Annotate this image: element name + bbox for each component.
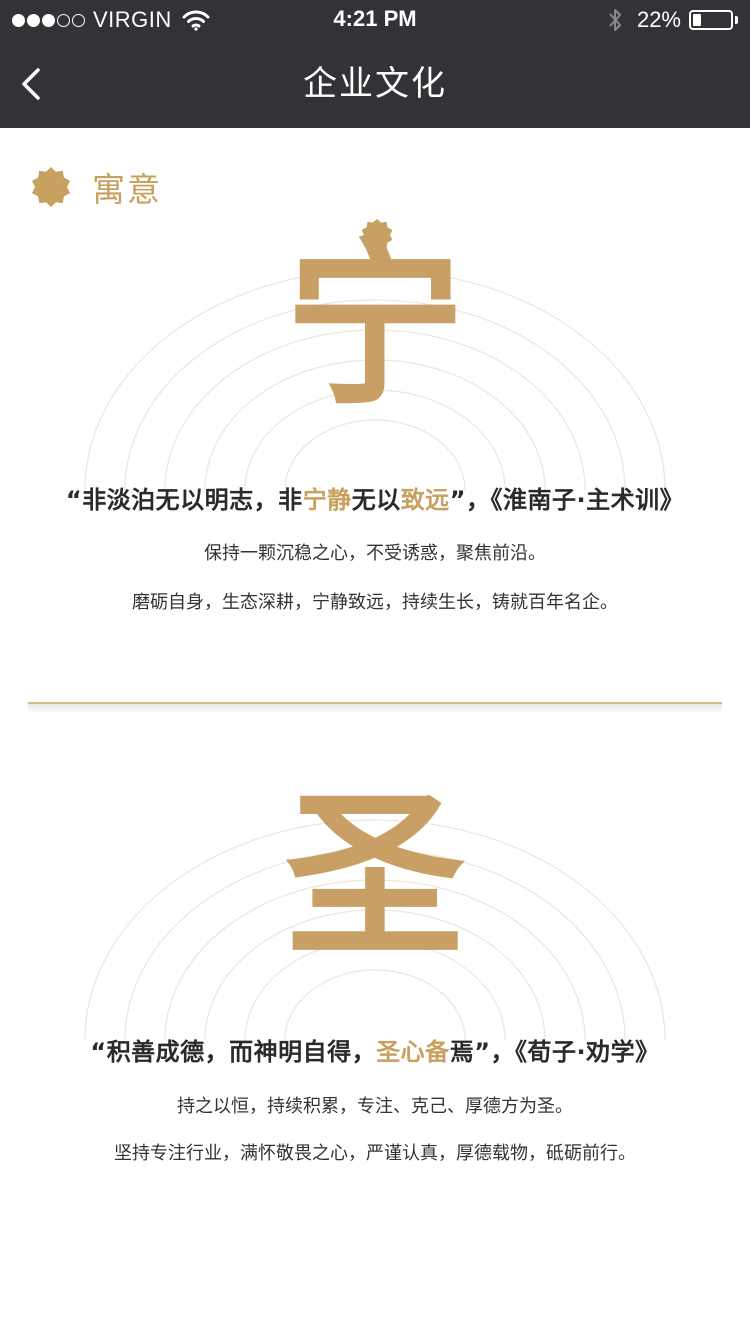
- section-divider: [28, 702, 722, 704]
- quote-part: 积善成德，而神明自得，: [106, 1038, 377, 1066]
- quote-highlight: 致远: [400, 486, 450, 514]
- description-line: 坚持专注行业，满怀敬畏之心，严谨认真，厚德载物，砥砺前行。: [114, 1143, 636, 1164]
- quote-part: 无以: [351, 486, 401, 514]
- quote-source: ，《荀子·劝学》: [490, 1038, 660, 1066]
- description-line: 保持一颗沉稳之心，不受诱惑，聚焦前沿。: [204, 543, 546, 564]
- quote-text: “非淡泊无以明志，非宁静无以致远”，《淮南子·主术训》: [0, 480, 750, 515]
- quote-part: 非淡泊无以明志，非: [82, 486, 303, 514]
- description-line: 磨砺自身，生态深耕，宁静致远，持续生长，铸就百年名企。: [132, 592, 618, 613]
- status-right: 22%: [607, 6, 738, 34]
- battery-percent: 22%: [636, 7, 681, 32]
- description-line: 持之以恒，持续积累，专注、克己、厚德方为圣。: [177, 1096, 573, 1117]
- battery-icon: [689, 10, 733, 30]
- section-header: 寓意: [30, 162, 162, 212]
- quote-open: “: [90, 1038, 107, 1066]
- quote-close: ”: [449, 486, 466, 514]
- battery-tip: [735, 16, 738, 24]
- nav-bar: 企业文化: [0, 40, 750, 128]
- quote-part: 焉: [449, 1038, 475, 1066]
- quote-source: ，《淮南子·主术训》: [465, 486, 685, 514]
- quote-highlight: 圣心备: [376, 1038, 450, 1066]
- quote-open: “: [65, 486, 83, 514]
- quote-highlight: 宁静: [302, 486, 352, 514]
- bluetooth-icon: [609, 9, 621, 31]
- battery-fill: [693, 14, 701, 26]
- badge-star-icon: [31, 167, 71, 207]
- quote-close: ”: [474, 1038, 491, 1066]
- emblem-character: 圣: [284, 773, 465, 982]
- page-title: 企业文化: [303, 64, 447, 104]
- divider-shadow: [28, 704, 722, 714]
- emblem-character: 宁: [284, 221, 465, 430]
- status-bar: VIRGIN 4:21 PM 22%: [0, 0, 750, 40]
- quote-text: “积善成德，而神明自得，圣心备焉”，《荀子·劝学》: [0, 1032, 750, 1067]
- section-title: 寓意: [92, 170, 162, 209]
